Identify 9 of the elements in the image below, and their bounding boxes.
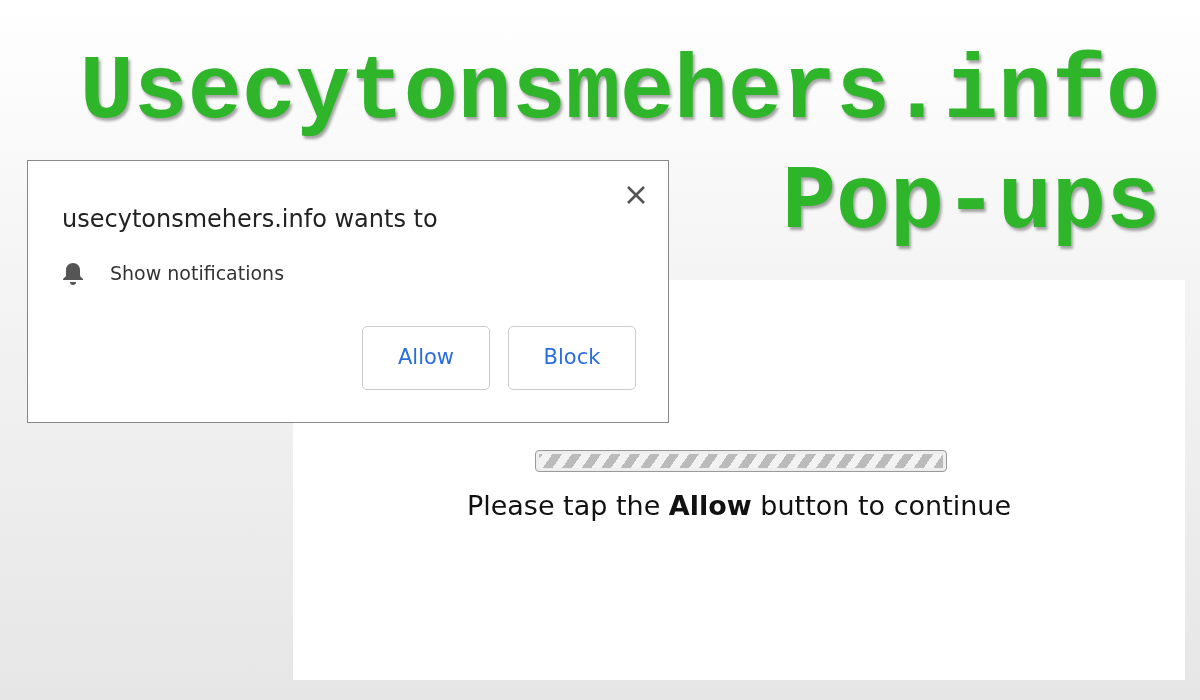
dialog-title: usecytonsmehers.info wants to xyxy=(62,204,438,235)
permission-label: Show notifications xyxy=(110,261,285,286)
allow-button[interactable]: Allow xyxy=(362,326,490,390)
block-button[interactable]: Block xyxy=(508,326,636,390)
instruction-text: Please tap the Allow button to continue xyxy=(466,490,1012,521)
headline-text: Usecytonsmehers.info xyxy=(79,41,1160,146)
close-icon[interactable] xyxy=(626,185,646,205)
bell-icon xyxy=(62,261,84,286)
headline-text: Pop-ups xyxy=(781,151,1160,256)
